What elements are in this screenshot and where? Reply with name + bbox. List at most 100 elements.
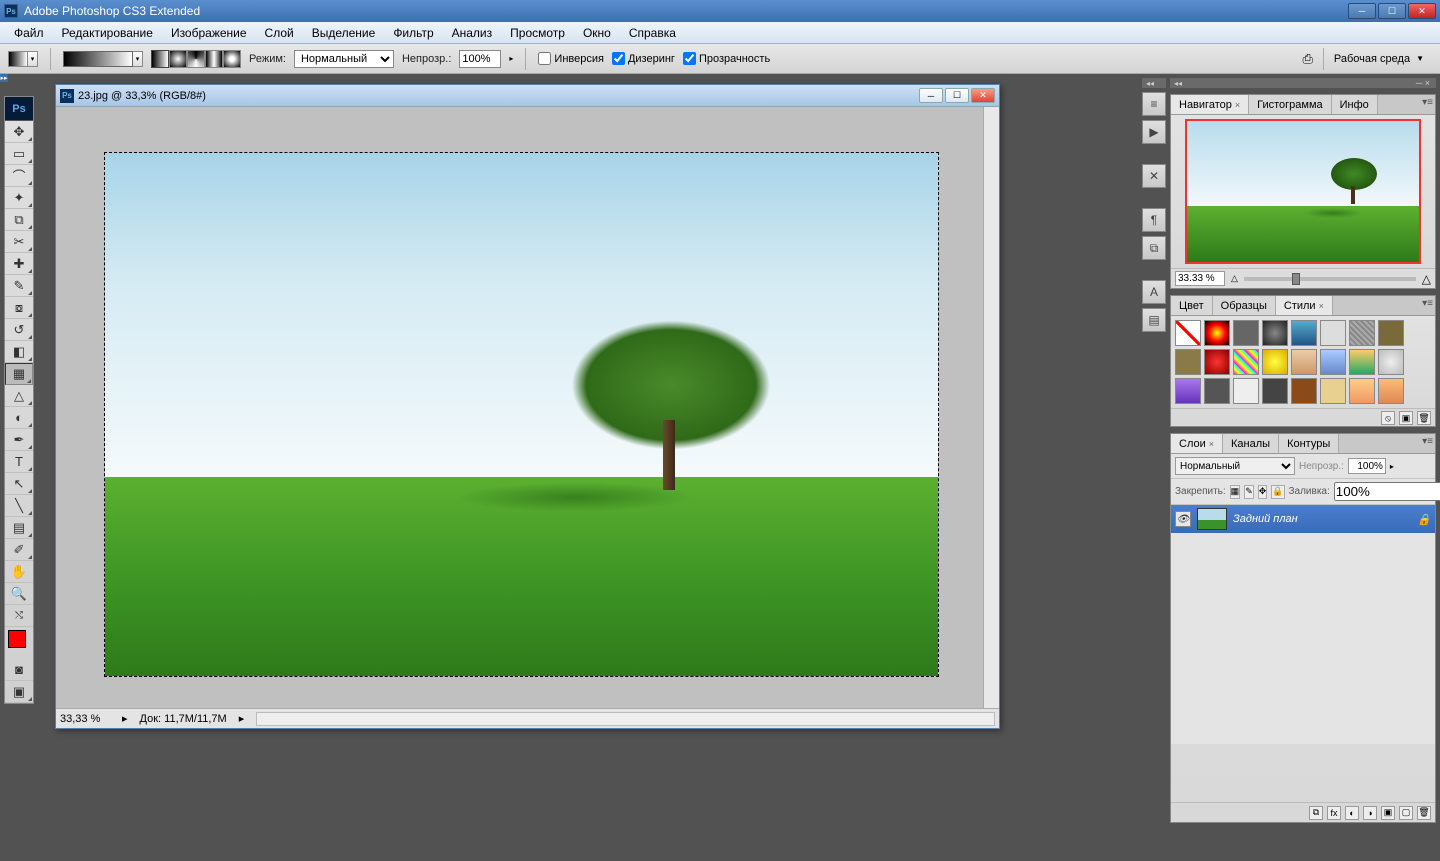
eyedropper-tool[interactable]: ✐ (5, 539, 33, 561)
style-swatch[interactable] (1291, 349, 1317, 375)
magic-wand-tool[interactable]: ✦ (5, 187, 33, 209)
statusbar-flyout-icon[interactable]: ▸ (239, 712, 245, 725)
marquee-tool[interactable]: ▭ (5, 143, 33, 165)
maximize-button[interactable]: ☐ (1378, 3, 1406, 19)
menu-filter[interactable]: Фильтр (385, 24, 441, 42)
clone-stamp-tool[interactable]: ⧇ (5, 297, 33, 319)
document-info[interactable]: Док: 11,7M/11,7M (140, 713, 227, 725)
blur-tool[interactable]: △ (5, 385, 33, 407)
tab-navigator[interactable]: Навигатор× (1171, 95, 1249, 114)
type-tool[interactable]: T (5, 451, 33, 473)
quick-mask-toggle[interactable]: ◙ (5, 659, 33, 681)
menu-select[interactable]: Выделение (304, 24, 384, 42)
style-swatch[interactable] (1349, 378, 1375, 404)
eraser-tool[interactable]: ◧ (5, 341, 33, 363)
gradient-preview[interactable] (63, 51, 133, 67)
opacity-flyout-icon[interactable]: ▸ (509, 54, 513, 63)
delete-layer-button[interactable]: 🗑 (1417, 806, 1431, 820)
style-swatch[interactable] (1378, 320, 1404, 346)
dock-icon-character[interactable]: A (1142, 280, 1166, 304)
bridge-icon[interactable]: ⎙ (1303, 51, 1313, 67)
link-layers-button[interactable]: ⧉ (1309, 806, 1323, 820)
notes-tool[interactable]: ▤ (5, 517, 33, 539)
menu-layer[interactable]: Слой (257, 24, 302, 42)
tool-preset-dropdown[interactable]: ▾ (28, 51, 38, 67)
menu-file[interactable]: Файл (6, 24, 52, 42)
minimize-button[interactable]: ─ (1348, 3, 1376, 19)
tab-layers[interactable]: Слои× (1171, 434, 1223, 453)
close-button[interactable]: ✕ (1408, 3, 1436, 19)
menu-window[interactable]: Окно (575, 24, 619, 42)
canvas-viewport[interactable] (56, 107, 983, 708)
style-swatch[interactable] (1175, 349, 1201, 375)
zoom-tool[interactable]: 🔍 (5, 583, 33, 605)
new-style-button[interactable]: ▣ (1399, 411, 1413, 425)
delete-style-button[interactable]: 🗑 (1417, 411, 1431, 425)
menu-analysis[interactable]: Анализ (444, 24, 501, 42)
doc-minimize-button[interactable]: ─ (919, 88, 943, 103)
tab-swatches[interactable]: Образцы (1213, 296, 1276, 315)
style-swatch[interactable] (1204, 349, 1230, 375)
lock-position-button[interactable]: ✥ (1258, 485, 1268, 499)
menu-help[interactable]: Справка (621, 24, 684, 42)
style-swatch[interactable] (1320, 349, 1346, 375)
path-selection-tool[interactable]: ↖ (5, 473, 33, 495)
shape-tool[interactable]: ╲ (5, 495, 33, 517)
lasso-tool[interactable]: ⌒ (5, 165, 33, 187)
style-swatch[interactable] (1233, 349, 1259, 375)
style-swatch[interactable] (1175, 320, 1201, 346)
gradient-radial-button[interactable] (169, 50, 187, 68)
zoom-readout[interactable]: 33,33 % (60, 713, 110, 725)
dock-icon-history[interactable]: ≡ (1142, 92, 1166, 116)
dodge-tool[interactable]: ◐ (5, 407, 33, 429)
workspace-switcher[interactable]: ⎙ Рабочая среда ▼ (1295, 46, 1433, 72)
style-swatch[interactable] (1233, 320, 1259, 346)
style-swatch[interactable] (1175, 378, 1201, 404)
layer-name[interactable]: Задний план (1233, 513, 1298, 525)
layer-style-button[interactable]: fx (1327, 806, 1341, 820)
doc-close-button[interactable]: ✕ (971, 88, 995, 103)
tab-info[interactable]: Инфо (1332, 95, 1378, 114)
style-swatch[interactable] (1378, 349, 1404, 375)
layer-visibility-toggle[interactable]: 👁 (1175, 511, 1191, 527)
dock-icon-clone-source[interactable]: ⧉ (1142, 236, 1166, 260)
swap-colors-icon[interactable]: ⤭ (5, 605, 33, 627)
tab-styles[interactable]: Стили× (1276, 296, 1333, 315)
canvas[interactable] (104, 152, 939, 677)
style-swatch[interactable] (1378, 378, 1404, 404)
stack-collapse-handle[interactable]: ◂◂─ × (1170, 78, 1436, 88)
style-swatch[interactable] (1291, 378, 1317, 404)
lock-all-button[interactable]: 🔒 (1271, 485, 1284, 499)
navigator-zoom-slider[interactable] (1244, 277, 1416, 281)
healing-brush-tool[interactable]: ✚ (5, 253, 33, 275)
document-titlebar[interactable]: Ps 23.jpg @ 33,3% (RGB/8#) ─ ☐ ✕ (56, 85, 999, 107)
layer-group-button[interactable]: ▣ (1381, 806, 1395, 820)
crop-tool[interactable]: ⧉ (5, 209, 33, 231)
lock-transparency-button[interactable]: ▦ (1230, 485, 1241, 499)
opacity-input[interactable] (459, 50, 501, 68)
layer-row-background[interactable]: 👁 Задний план 🔒 (1171, 505, 1435, 533)
doc-maximize-button[interactable]: ☐ (945, 88, 969, 103)
style-swatch[interactable] (1262, 378, 1288, 404)
gradient-angle-button[interactable] (187, 50, 205, 68)
style-swatch[interactable] (1349, 320, 1375, 346)
brush-tool[interactable]: ✎ (5, 275, 33, 297)
palette-collapse-handle[interactable]: ▸▸ (0, 74, 8, 82)
dither-checkbox[interactable]: Дизеринг (612, 52, 675, 65)
tab-color[interactable]: Цвет (1171, 296, 1213, 315)
strip-collapse-handle[interactable]: ◂◂ (1142, 78, 1166, 88)
adjustment-layer-button[interactable]: ◑ (1363, 806, 1377, 820)
layer-fill-input[interactable] (1334, 482, 1440, 501)
tool-preset-icon[interactable] (8, 51, 28, 67)
style-swatch[interactable] (1349, 349, 1375, 375)
gradient-linear-button[interactable] (151, 50, 169, 68)
horizontal-scrollbar[interactable] (256, 712, 995, 726)
gradient-tool[interactable]: ▦ (5, 363, 33, 385)
lock-pixels-button[interactable]: ✎ (1244, 485, 1254, 499)
dock-icon-tool-presets[interactable]: ✕ (1142, 164, 1166, 188)
pen-tool[interactable]: ✒ (5, 429, 33, 451)
layer-mask-button[interactable]: ◐ (1345, 806, 1359, 820)
panel-menu-icon[interactable]: ▾≡ (1422, 298, 1433, 309)
style-swatch[interactable] (1320, 320, 1346, 346)
style-swatch[interactable] (1204, 378, 1230, 404)
